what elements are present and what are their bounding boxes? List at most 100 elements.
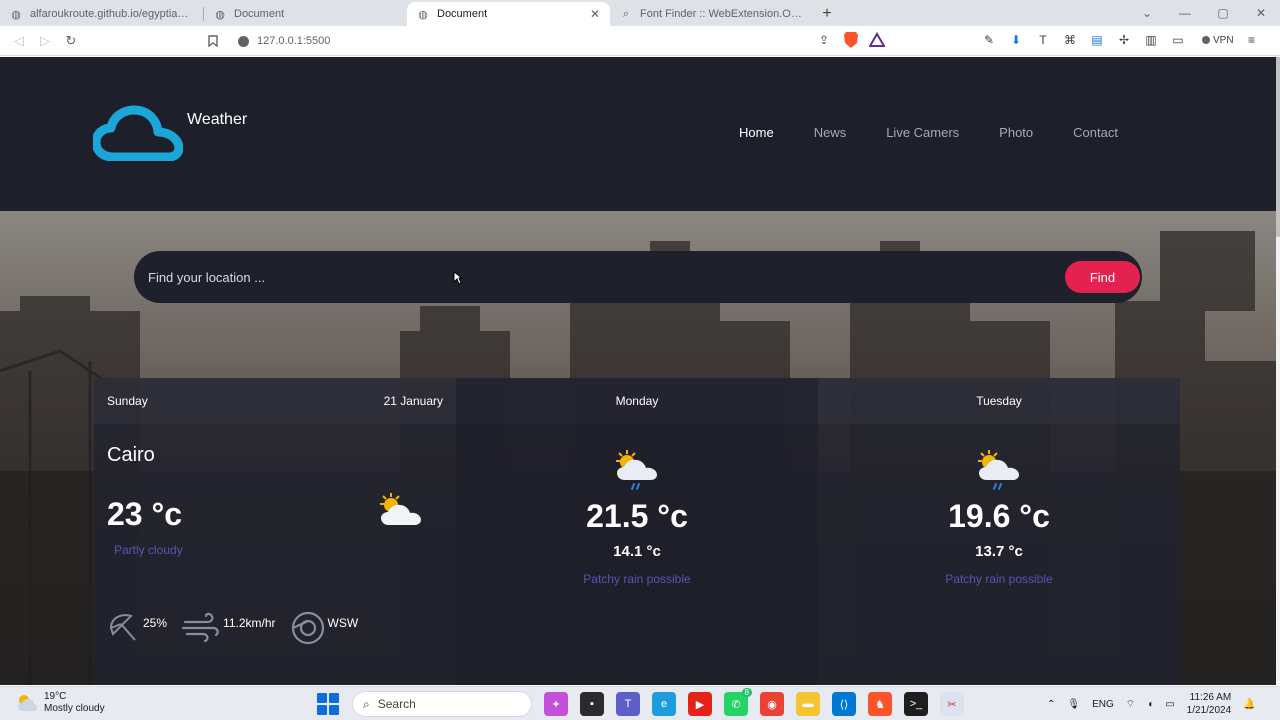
folder-icon[interactable]: ▬ [796,692,820,716]
forecast-card-monday: Monday 21.5 °c 14.1 °c Patchy rain possi… [456,378,818,685]
vscode-icon[interactable]: ⟨⟩ [832,692,856,716]
maximize-button[interactable]: ▢ [1204,6,1242,20]
find-button[interactable]: Find [1065,261,1140,293]
sidebar-icon[interactable]: ▥ [1142,31,1160,49]
system-tray: ⌃ 🎙 ENG ⌔ ◖ ▭ 11:26 AM 1/21/2024 🔔 [1047,691,1256,717]
wallet-icon[interactable]: ▭ [1169,31,1187,49]
taskbar-search-label: Search [377,697,416,711]
forecast-card-header: Tuesday [818,378,1180,424]
clock[interactable]: 11:26 AM 1/21/2024 [1187,691,1232,717]
snipping-tool-icon[interactable]: ✂ [940,692,964,716]
globe-icon: ◍ [418,8,428,21]
nav-home[interactable]: Home [739,125,774,140]
wind-direction-stat: WSW [290,610,358,646]
wind-speed-stat: 11.2km/hr [181,610,276,646]
minimize-button[interactable]: — [1166,6,1204,20]
menu-icon[interactable]: ≡ [1243,31,1261,49]
font-icon[interactable]: T [1034,31,1052,49]
forecast-content: 21.5 °c 14.1 °c Patchy rain possible [456,448,818,586]
document-icon[interactable]: ▤ [1088,31,1106,49]
brave-rewards-icon[interactable] [869,31,885,49]
today-card-body: Cairo 23 °c Partly cloudy 25% 11.2km/hr … [94,424,456,685]
wifi-icon[interactable]: ⌔ [1126,698,1135,711]
omnibox-actions: ⇪ [815,31,885,49]
forecast-day: Monday [615,394,659,408]
extensions-bar: ✎ ⬇ T ⌘ ▤ ✢ ▥ ▭ VPN ≡ [980,31,1261,49]
tab-2[interactable]: ◍ Document [204,2,407,26]
extension-icon[interactable]: ⌘ [1061,31,1079,49]
tab-title: Document [234,8,285,20]
today-card-header: Sunday 21 January [94,378,456,424]
weather-stats: 25% 11.2km/hr WSW [107,610,358,646]
tab-3-active[interactable]: ◍ Document ✕ [407,2,610,26]
location-search-bar: Find [134,251,1142,303]
vpn-status-icon [1202,36,1210,44]
edge-icon[interactable]: e [652,692,676,716]
wind-speed-value: 11.2km/hr [223,616,276,630]
today-date: 21 January [383,394,443,408]
close-window-button[interactable]: ✕ [1242,6,1280,20]
tab-1[interactable]: ◍ alfaroukroute.github.io/egyptianParty [0,2,203,26]
whatsapp-icon[interactable]: ✆ 8 [724,688,752,716]
copilot-icon[interactable]: ✦ [544,692,568,716]
humidity-stat: 25% [107,610,167,646]
brave-icon[interactable]: ♞ [868,692,892,716]
location-search-input[interactable] [148,261,1028,293]
globe-icon: ◍ [215,8,225,21]
nav-contact[interactable]: Contact [1073,125,1118,140]
forward-button[interactable]: ▷ [32,28,58,54]
site-info-icon[interactable] [238,35,249,47]
forecast-cards: Sunday 21 January Cairo 23 °c Partly clo… [94,378,1182,685]
nav-news[interactable]: News [814,125,847,140]
patchy-rain-icon [978,450,1019,490]
notification-bell-icon[interactable]: 🔔 [1243,699,1255,710]
battery-icon[interactable]: ▭ [1165,699,1174,710]
start-button[interactable] [316,692,340,716]
chevron-up-icon[interactable]: ⌃ [1047,699,1055,710]
search-icon: ⌕ [622,7,630,20]
logo[interactable]: Weather [93,105,247,161]
taskbar-weather-widget[interactable]: 19°C Mostly cloudy [16,691,105,715]
nav-photo[interactable]: Photo [999,125,1033,140]
clock-date: 1/21/2024 [1186,705,1232,716]
terminal-icon[interactable]: >_ [904,692,928,716]
bookmark-icon[interactable] [200,28,226,54]
forecast-card-tuesday: Tuesday 19.6 °c 13.7 °c Patchy rain poss… [818,378,1180,685]
site-header: Weather Home News Live Camers Photo Cont… [0,57,1276,211]
page-scrollbar[interactable] [1276,57,1280,685]
forecast-condition: Patchy rain possible [583,572,691,586]
volume-icon[interactable]: ◖ [1147,699,1153,710]
forecast-card-body: 19.6 °c 13.7 °c Patchy rain possible [818,424,1180,685]
share-icon[interactable]: ⇪ [815,31,833,49]
vpn-button[interactable]: VPN [1202,35,1234,46]
puzzle-icon[interactable]: ✢ [1115,31,1133,49]
taskbar-weather-text: Mostly cloudy [44,703,105,714]
browser-tab-strip: ◍ alfaroukroute.github.io/egyptianParty … [0,0,1280,26]
language-indicator[interactable]: ENG [1092,699,1114,710]
vpn-label: VPN [1213,34,1234,46]
chrome-icon[interactable]: ◉ [760,692,784,716]
youtube-icon[interactable]: ▶ [688,692,712,716]
tab-4[interactable]: ⌕ Font Finder :: WebExtension.ORG [610,2,813,26]
today-day: Sunday [107,394,148,408]
tab-search-icon[interactable]: ⌄ [1128,6,1166,20]
back-button[interactable]: ◁ [6,28,32,54]
current-condition: Partly cloudy [114,543,183,557]
download-icon[interactable]: ⬇ [1007,31,1025,49]
partly-cloudy-icon [18,695,37,711]
address-bar[interactable]: 127.0.0.1:5500 [230,29,900,53]
eyedropper-icon[interactable]: ✎ [980,31,998,49]
forecast-min-temp: 13.7 °c [975,543,1023,560]
new-tab-button[interactable]: + [813,2,841,26]
close-tab-icon[interactable]: ✕ [590,7,600,21]
file-explorer-dark-icon[interactable]: ▪ [580,692,604,716]
forecast-card-body: 21.5 °c 14.1 °c Patchy rain possible [456,424,818,685]
scrollbar-thumb[interactable] [1276,57,1280,237]
reload-button[interactable]: ↻ [58,28,84,54]
nav-live-camers[interactable]: Live Camers [886,125,959,140]
forecast-min-temp: 14.1 °c [613,543,661,560]
microphone-icon[interactable]: 🎙 [1067,699,1080,710]
brave-shields-icon[interactable] [843,31,859,49]
taskbar-search[interactable]: ⌕ Search [352,691,532,717]
teams-icon[interactable]: T [616,692,640,716]
